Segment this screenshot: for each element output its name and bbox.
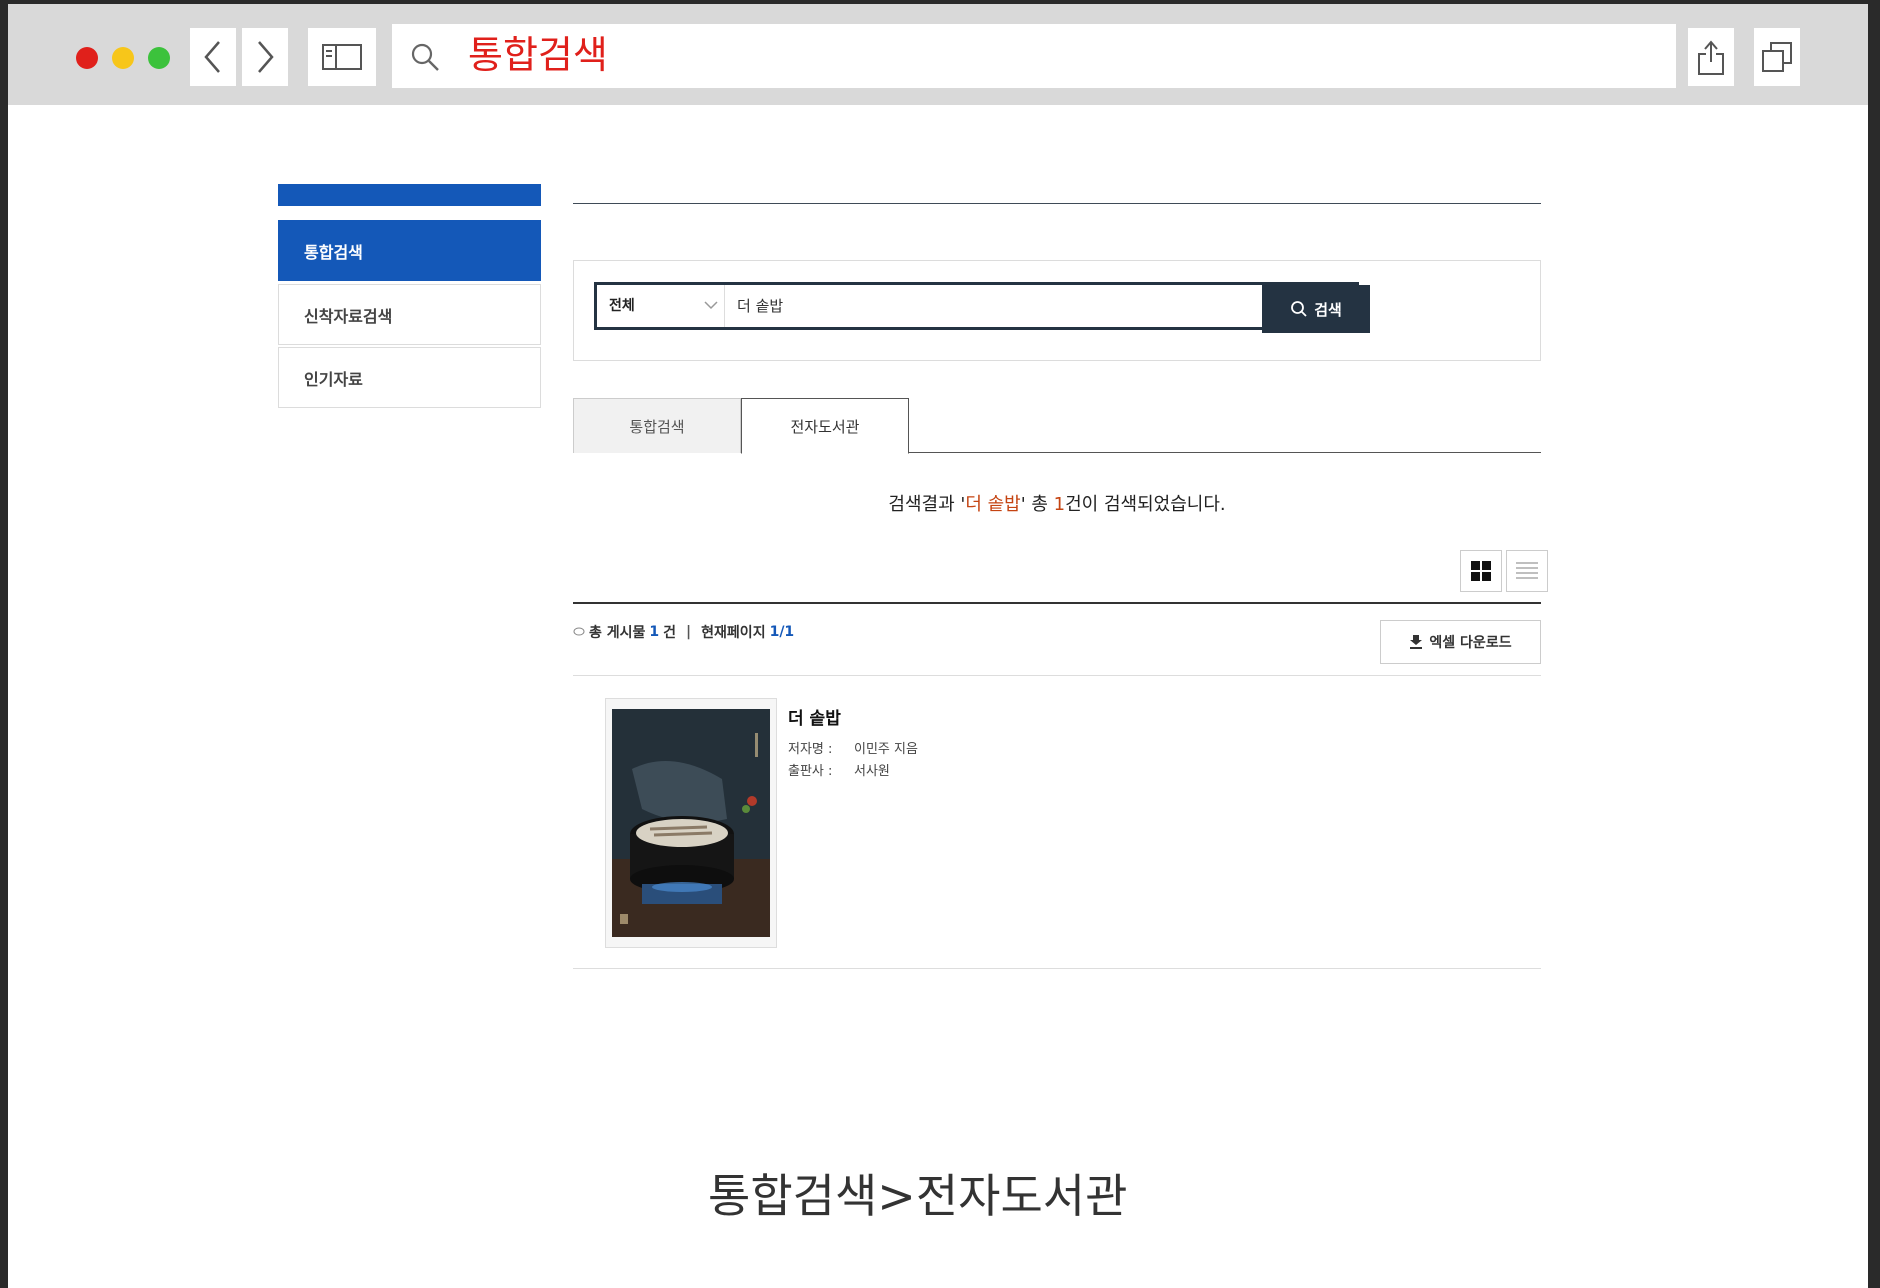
total-label: 총 게시물 — [589, 625, 646, 641]
tabs-icon — [1762, 42, 1792, 72]
sidebar-item-integrated-search[interactable]: 통합검색 — [278, 220, 541, 281]
list-count-info: 총 게시물 1건 | 현재페이지 1/1 — [573, 622, 794, 642]
result-count: 1 — [1053, 494, 1066, 515]
grid-view-button[interactable] — [1460, 550, 1502, 592]
search-button[interactable]: 검색 — [1262, 285, 1370, 333]
result-middle: ' 총 — [1020, 494, 1054, 515]
sidebar-item-new-arrivals[interactable]: 신착자료검색 — [278, 284, 541, 345]
page-label: 현재페이지 — [701, 625, 766, 641]
excel-download-button[interactable]: 엑셀 다운로드 — [1380, 620, 1541, 664]
book-title-link[interactable]: 더 솥밥 — [788, 704, 841, 729]
list-top-divider — [573, 602, 1541, 604]
speech-bubble-icon — [573, 627, 585, 636]
sidebar-toggle-button[interactable] — [308, 28, 376, 86]
chevron-down-icon — [704, 301, 718, 310]
search-category-select[interactable]: 전체 — [597, 285, 725, 327]
maximize-window-button[interactable] — [148, 47, 170, 69]
chevron-left-icon — [204, 41, 220, 73]
book-author-row: 저자명 : 이민주 지음 — [788, 738, 918, 757]
chevron-right-icon — [258, 41, 274, 73]
page-value: 1/1 — [769, 624, 795, 640]
sidebar-item-popular[interactable]: 인기자료 — [278, 347, 541, 408]
tab-integrated-search[interactable]: 통합검색 — [573, 398, 741, 453]
share-button[interactable] — [1688, 28, 1734, 86]
book-publisher-row: 출판사 : 서사원 — [788, 760, 890, 779]
publisher-label: 출판사 : — [788, 764, 833, 779]
book-cover-frame[interactable] — [605, 698, 777, 948]
address-text: 통합검색 — [468, 33, 608, 77]
browser-window: 통합검색 통합검색 신착자료검색 인기자료 전체 더 솥밥 검색 통합검색 전자… — [8, 4, 1868, 1288]
page-caption: 통합검색>전자도서관 — [708, 1169, 1128, 1223]
result-summary: 검색결과 '더 솥밥' 총 1건이 검색되었습니다. — [573, 490, 1541, 516]
author-value: 이민주 지음 — [854, 742, 918, 757]
minimize-window-button[interactable] — [112, 47, 134, 69]
list-row-divider — [573, 675, 1541, 676]
result-prefix: 검색결과 ' — [888, 494, 966, 515]
address-bar[interactable]: 통합검색 — [392, 24, 1676, 88]
author-label: 저자명 : — [788, 742, 833, 757]
book-cover-image[interactable] — [612, 709, 770, 937]
excel-download-label: 엑셀 다운로드 — [1429, 635, 1512, 651]
download-icon — [1410, 635, 1423, 649]
result-suffix: 건이 검색되었습니다. — [1065, 494, 1226, 515]
search-button-label: 검색 — [1314, 300, 1342, 319]
search-icon — [411, 43, 439, 71]
tab-e-library[interactable]: 전자도서관 — [741, 398, 909, 454]
list-bottom-divider — [573, 968, 1541, 969]
menu-header-bar — [278, 184, 541, 206]
search-icon — [1291, 301, 1307, 317]
result-keyword: 더 솥밥 — [965, 494, 1021, 515]
list-view-button[interactable] — [1506, 550, 1548, 592]
list-icon — [1516, 562, 1538, 579]
search-input[interactable]: 더 솥밥 — [737, 285, 783, 327]
share-icon — [1698, 40, 1724, 75]
grid-icon — [1471, 561, 1491, 581]
search-form: 전체 더 솥밥 — [594, 282, 1359, 330]
total-unit: 건 — [663, 625, 677, 641]
total-value: 1 — [649, 624, 660, 640]
browser-toolbar: 통합검색 — [8, 4, 1868, 105]
info-separator: | — [686, 624, 692, 640]
close-window-button[interactable] — [76, 47, 98, 69]
publisher-value: 서사원 — [854, 764, 890, 779]
sidebar-icon — [322, 44, 362, 70]
back-button[interactable] — [190, 28, 236, 86]
search-category-value: 전체 — [609, 298, 635, 314]
book-cover-illustration — [612, 709, 770, 937]
forward-button[interactable] — [242, 28, 288, 86]
tabs-overview-button[interactable] — [1754, 28, 1800, 86]
title-divider — [573, 203, 1541, 204]
